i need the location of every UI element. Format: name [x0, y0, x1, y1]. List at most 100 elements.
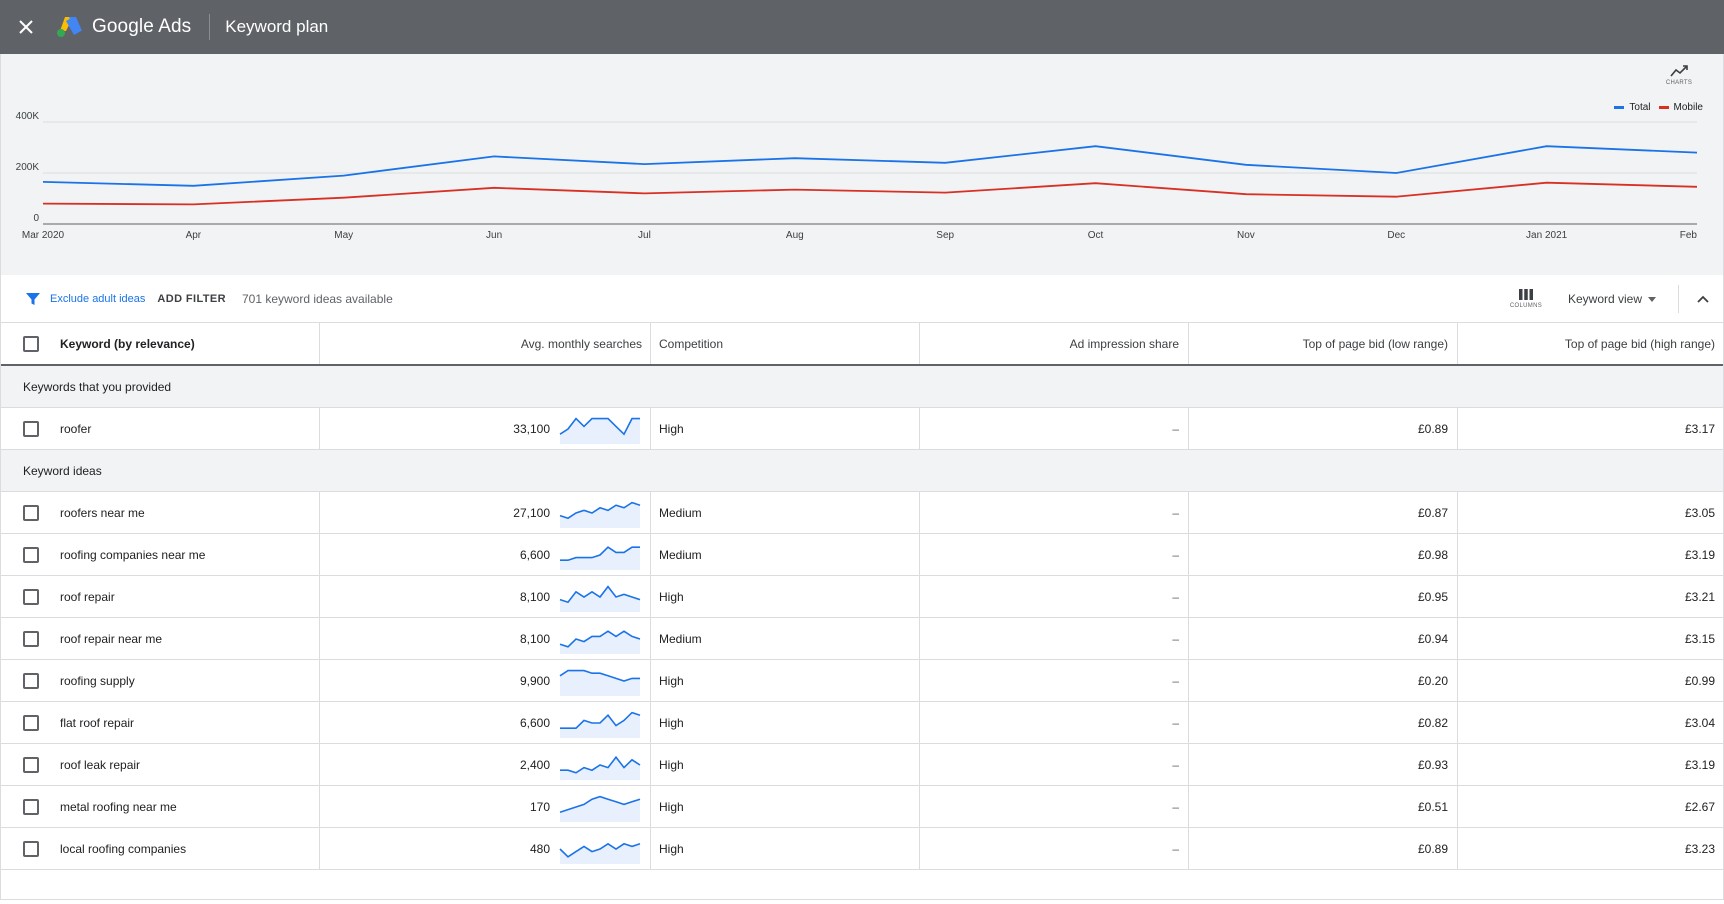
keyword-text: roofer [60, 421, 92, 436]
trend-sparkline [560, 755, 641, 780]
table-row[interactable]: metal roofing near me 170 High – £0.51 £2.67 [1, 786, 1723, 828]
cell-bid-high: £2.67 [1684, 799, 1715, 814]
avg-monthly-searches-value: 480 [529, 841, 550, 856]
page-title: Keyword plan [225, 17, 329, 36]
brand-name: Google Ads [92, 16, 192, 37]
select-all-checkbox[interactable] [23, 335, 39, 352]
keyword-text: roofing supply [60, 673, 135, 688]
cell-bid-high: £3.23 [1684, 841, 1715, 856]
row-checkbox[interactable] [23, 756, 39, 773]
dropdown-arrow-icon [1648, 296, 1656, 302]
cell-keyword: flat roof repair [1, 702, 320, 743]
cell-competition: Medium [651, 618, 920, 659]
filter-bar: Exclude adult ideas ADD FILTER 701 keywo… [0, 275, 1724, 323]
column-header-competition[interactable]: Competition [651, 323, 920, 364]
legend-item-mobile: Mobile [1658, 102, 1703, 113]
y-tick-label: 400K [16, 111, 40, 122]
row-checkbox[interactable] [23, 420, 39, 437]
provided-keywords-body: roofer 33,100 High – £0.89 £3.17 [1, 408, 1723, 450]
table-row[interactable]: roofers near me 27,100 Medium – £0.87 £3.05 [1, 492, 1723, 534]
cell-keyword: metal roofing near me [1, 786, 320, 827]
keyword-view-dropdown[interactable]: Keyword view [1568, 292, 1656, 306]
column-header-keyword[interactable]: Keyword (by relevance) [1, 323, 320, 364]
cell-bid-low: £0.20 [1189, 660, 1458, 701]
cell-keyword: roofer [1, 408, 320, 449]
avg-monthly-searches-value: 6,600 [519, 547, 550, 562]
x-tick-label: Sep [936, 230, 954, 241]
chart-legend: Total Mobile [1614, 102, 1703, 113]
row-checkbox[interactable] [23, 630, 39, 647]
column-header-avg-monthly-searches[interactable]: Avg. monthly searches [320, 323, 651, 364]
sparkline-area [560, 418, 640, 444]
cell-avg-monthly-searches: 170 [320, 786, 651, 827]
cell-avg-monthly-searches: 480 [320, 828, 651, 869]
exclude-adult-ideas-filter[interactable]: Exclude adult ideas [50, 293, 145, 305]
google-ads-logo-icon [57, 17, 82, 37]
cell-competition: Medium [651, 492, 920, 533]
table-row[interactable]: roofing companies near me 6,600 Medium – £0.… [1, 534, 1723, 576]
avg-monthly-searches-value: 33,100 [513, 421, 550, 436]
charts-button[interactable]: CHARTS [1659, 64, 1699, 96]
table-row[interactable]: local roofing companies 480 High – £0.89 £3.2… [1, 828, 1723, 870]
cell-keyword: roofers near me [1, 492, 320, 533]
avg-monthly-searches-value: 27,100 [513, 505, 550, 520]
filter-icon[interactable] [25, 291, 41, 307]
x-tick-label: Jul [638, 230, 651, 241]
series-line-total[interactable] [42, 145, 1698, 187]
avg-monthly-searches-value: 8,100 [519, 631, 550, 646]
cell-ad-impression-share: – [920, 786, 1189, 827]
column-header-bid-high[interactable]: Top of page bid (high range) [1458, 323, 1723, 364]
sparkline-area [560, 670, 640, 696]
x-tick-label: Jun [486, 230, 502, 241]
row-checkbox[interactable] [23, 840, 39, 857]
trend-sparkline [559, 669, 640, 696]
cell-ad-impression-share: – [920, 660, 1189, 701]
tools-divider [1678, 285, 1679, 313]
x-tick-label: May [334, 230, 353, 241]
table-row[interactable]: roof leak repair 2,400 High – £0.93 £3.19 [1, 744, 1723, 786]
keyword-ideas-body: roofers near me 27,100 Medium – £0.87 £3.05 ro… [1, 492, 1723, 870]
cell-ad-impression-share: – [920, 702, 1189, 743]
cell-bid-low: £0.89 [1189, 408, 1458, 449]
columns-button[interactable]: COLUMNS [1506, 289, 1546, 309]
keyword-text: roof repair near me [60, 631, 163, 646]
table-row[interactable]: roof repair 8,100 High – £0.95 £3.21 [1, 576, 1723, 618]
row-checkbox[interactable] [23, 588, 39, 605]
x-tick-label: Mar 2020 [22, 230, 65, 241]
trend-sparkline [560, 545, 640, 570]
legend-swatch-mobile [1658, 106, 1669, 109]
table-row[interactable]: roofer 33,100 High – £0.89 £3.17 [1, 408, 1723, 450]
cell-bid-low: £0.98 [1189, 534, 1458, 575]
cell-keyword: roofing supply [1, 660, 320, 701]
row-checkbox[interactable] [23, 798, 39, 815]
column-header-bid-low[interactable]: Top of page bid (low range) [1189, 323, 1458, 364]
cell-competition: Medium [651, 534, 920, 575]
cell-avg-monthly-searches: 2,400 [320, 744, 651, 785]
cell-bid-high: £3.05 [1684, 505, 1715, 520]
series-line-mobile[interactable] [42, 181, 1698, 206]
chevron-up-icon[interactable] [1695, 291, 1711, 307]
trend-sparkline [559, 629, 641, 654]
trend-sparkline [559, 584, 641, 612]
x-tick-label: Apr [186, 230, 202, 241]
table-row[interactable]: roofing supply 9,900 High – £0.20 £0.99 [1, 660, 1723, 702]
cell-keyword: roof repair [1, 576, 320, 617]
column-header-ad-impression-share[interactable]: Ad impression share [920, 323, 1189, 364]
cell-avg-monthly-searches: 6,600 [320, 702, 651, 743]
cell-ad-impression-share: – [920, 408, 1189, 449]
add-filter-button[interactable]: ADD FILTER [157, 293, 226, 305]
table-tools: COLUMNS Keyword view [1506, 275, 1723, 323]
avg-monthly-searches-value: 9,900 [519, 673, 550, 688]
keyword-view-label: Keyword view [1567, 292, 1642, 306]
keyword-text: roof repair [60, 589, 115, 604]
table-row[interactable]: flat roof repair 6,600 High – £0.82 £3.04 [1, 702, 1723, 744]
close-icon[interactable] [14, 15, 38, 39]
row-checkbox[interactable] [23, 546, 39, 563]
columns-icon [1518, 289, 1533, 300]
legend-label-total: Total [1629, 102, 1651, 113]
row-checkbox[interactable] [23, 672, 39, 689]
row-checkbox[interactable] [23, 504, 39, 521]
row-checkbox[interactable] [23, 714, 39, 731]
table-row[interactable]: roof repair near me 8,100 Medium – £0.94 £3.1… [1, 618, 1723, 660]
cell-bid-high: £3.19 [1684, 757, 1715, 772]
